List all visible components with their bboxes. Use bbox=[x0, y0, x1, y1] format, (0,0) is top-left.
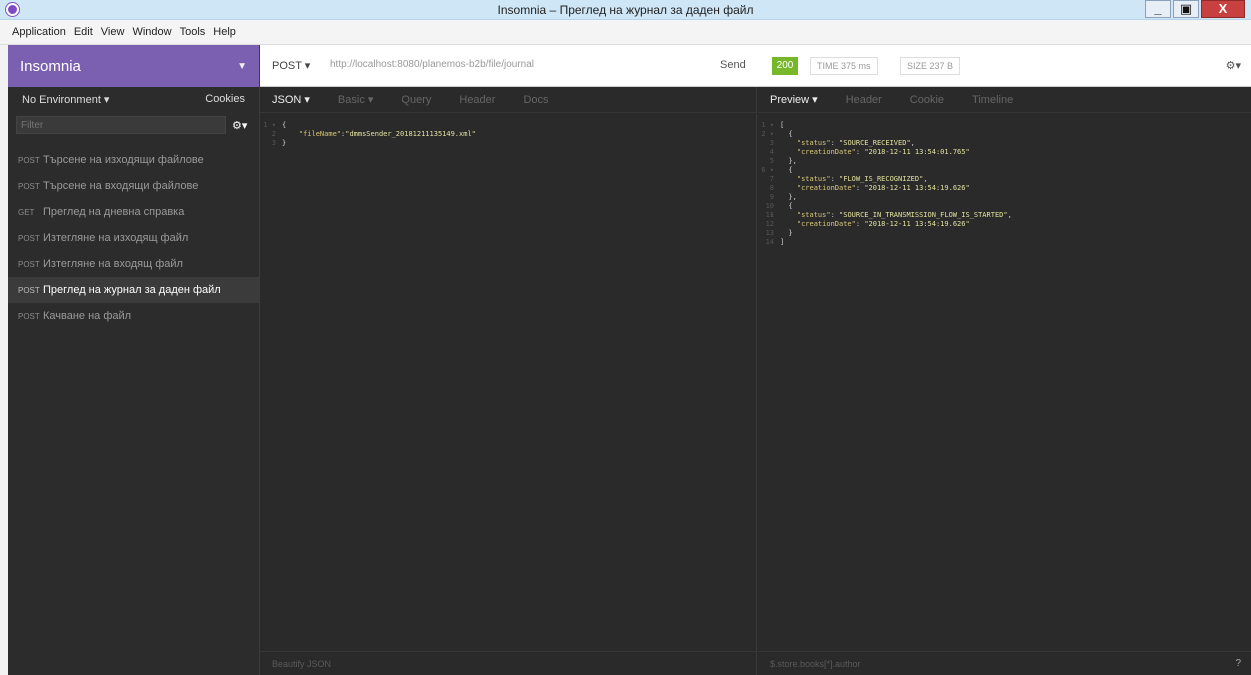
tab-preview[interactable]: Preview ▾ bbox=[770, 93, 818, 106]
request-label: Качване на файл bbox=[43, 310, 132, 322]
tab-query[interactable]: Query bbox=[401, 94, 431, 106]
tab-header[interactable]: Header bbox=[459, 94, 495, 106]
sidebar: Insomnia ▼ No Environment ▾ Cookies ⚙▾ P… bbox=[8, 45, 260, 675]
request-item[interactable]: GET Преглед на дневна справка bbox=[8, 199, 259, 225]
app-area: Insomnia ▼ No Environment ▾ Cookies ⚙▾ P… bbox=[8, 45, 1251, 675]
request-list: POST Търсене на изходящи файлове POST Тъ… bbox=[8, 147, 259, 329]
request-item[interactable]: POST Изтегляне на входящ файл bbox=[8, 251, 259, 277]
request-method: GET bbox=[18, 207, 35, 217]
send-button[interactable]: Send bbox=[720, 59, 746, 71]
request-item-active[interactable]: POST Преглед на журнал за даден файл bbox=[8, 277, 259, 303]
response-filter-input[interactable]: $.store.books[*].author ? bbox=[758, 651, 1251, 675]
menu-edit[interactable]: Edit bbox=[74, 26, 93, 44]
workspace-header[interactable]: Insomnia ▼ bbox=[8, 45, 259, 87]
menu-view[interactable]: View bbox=[101, 26, 125, 44]
tab-timeline[interactable]: Timeline bbox=[972, 94, 1013, 106]
request-tabs: JSON ▾ Basic ▾ Query Header Docs bbox=[260, 87, 756, 113]
menu-tools[interactable]: Tools bbox=[180, 26, 206, 44]
cookies-button[interactable]: Cookies bbox=[205, 93, 245, 105]
tab-docs[interactable]: Docs bbox=[523, 94, 548, 106]
tab-auth[interactable]: Basic ▾ bbox=[338, 93, 373, 106]
close-button[interactable]: X bbox=[1201, 0, 1245, 18]
size-badge: SIZE 237 B bbox=[900, 57, 961, 75]
response-options-icon[interactable]: ⚙▾ bbox=[1226, 59, 1241, 72]
request-label: Изтегляне на входящ файл bbox=[43, 258, 183, 270]
response-preview: 1 ▾[ 2 ▾ { 3 "status": "SOURCE_RECEIVED"… bbox=[761, 121, 1012, 246]
maximize-button[interactable]: ▣ bbox=[1173, 0, 1199, 18]
window-titlebar: Insomnia – Преглед на журнал за даден фа… bbox=[0, 0, 1251, 20]
request-item[interactable]: POST Изтегляне на изходящ файл bbox=[8, 225, 259, 251]
menu-bar: Application Edit View Window Tools Help bbox=[0, 20, 1251, 45]
request-label: Търсене на входящи файлове bbox=[43, 180, 199, 192]
url-bar: POST ▾ http://localhost:8080/planemos-b2… bbox=[260, 45, 1251, 87]
window-title: Insomnia – Преглед на журнал за даден фа… bbox=[497, 3, 754, 17]
request-label: Преглед на журнал за даден файл bbox=[43, 284, 221, 296]
request-item[interactable]: POST Търсене на изходящи файлове bbox=[8, 147, 259, 173]
settings-icon[interactable]: ⚙▾ bbox=[232, 119, 247, 132]
menu-help[interactable]: Help bbox=[213, 26, 236, 44]
environment-dropdown[interactable]: No Environment ▾ bbox=[22, 93, 109, 106]
response-pane: Preview ▾ Header Cookie Timeline 1 ▾[ 2 … bbox=[758, 87, 1251, 675]
minimize-button[interactable]: _ bbox=[1145, 0, 1171, 18]
request-label: Изтегляне на изходящ файл bbox=[43, 232, 189, 244]
request-method: POST bbox=[18, 311, 40, 321]
time-badge: TIME 375 ms bbox=[810, 57, 878, 75]
request-method: POST bbox=[18, 285, 40, 295]
menu-application[interactable]: Application bbox=[12, 26, 66, 44]
request-method: POST bbox=[18, 233, 40, 243]
request-method: POST bbox=[18, 181, 40, 191]
filter-input[interactable] bbox=[16, 116, 226, 134]
request-item[interactable]: POST Качване на файл bbox=[8, 303, 259, 329]
request-method: POST bbox=[18, 155, 40, 165]
url-input[interactable]: http://localhost:8080/planemos-b2b/file/… bbox=[330, 59, 534, 70]
tab-json[interactable]: JSON ▾ bbox=[272, 93, 310, 106]
help-icon[interactable]: ? bbox=[1235, 658, 1241, 669]
request-item[interactable]: POST Търсене на входящи файлове bbox=[8, 173, 259, 199]
method-dropdown[interactable]: POST ▾ bbox=[272, 59, 310, 72]
response-tabs: Preview ▾ Header Cookie Timeline bbox=[758, 87, 1251, 113]
workspace-name: Insomnia bbox=[20, 57, 81, 75]
tab-response-header[interactable]: Header bbox=[846, 94, 882, 106]
request-pane: JSON ▾ Basic ▾ Query Header Docs 1 ▾{ 2 … bbox=[260, 87, 757, 675]
request-method: POST bbox=[18, 259, 40, 269]
status-badge: 200 bbox=[772, 57, 798, 75]
request-label: Преглед на дневна справка bbox=[43, 206, 185, 218]
tab-cookie[interactable]: Cookie bbox=[910, 94, 944, 106]
request-label: Търсене на изходящи файлове bbox=[43, 154, 204, 166]
chevron-down-icon: ▼ bbox=[237, 60, 247, 72]
beautify-json-button[interactable]: Beautify JSON bbox=[260, 651, 756, 675]
response-filter-text: $.store.books[*].author bbox=[770, 659, 861, 669]
menu-window[interactable]: Window bbox=[132, 26, 171, 44]
request-body-editor[interactable]: 1 ▾{ 2 "fileName":"dmmsSender_2018121113… bbox=[260, 113, 756, 148]
